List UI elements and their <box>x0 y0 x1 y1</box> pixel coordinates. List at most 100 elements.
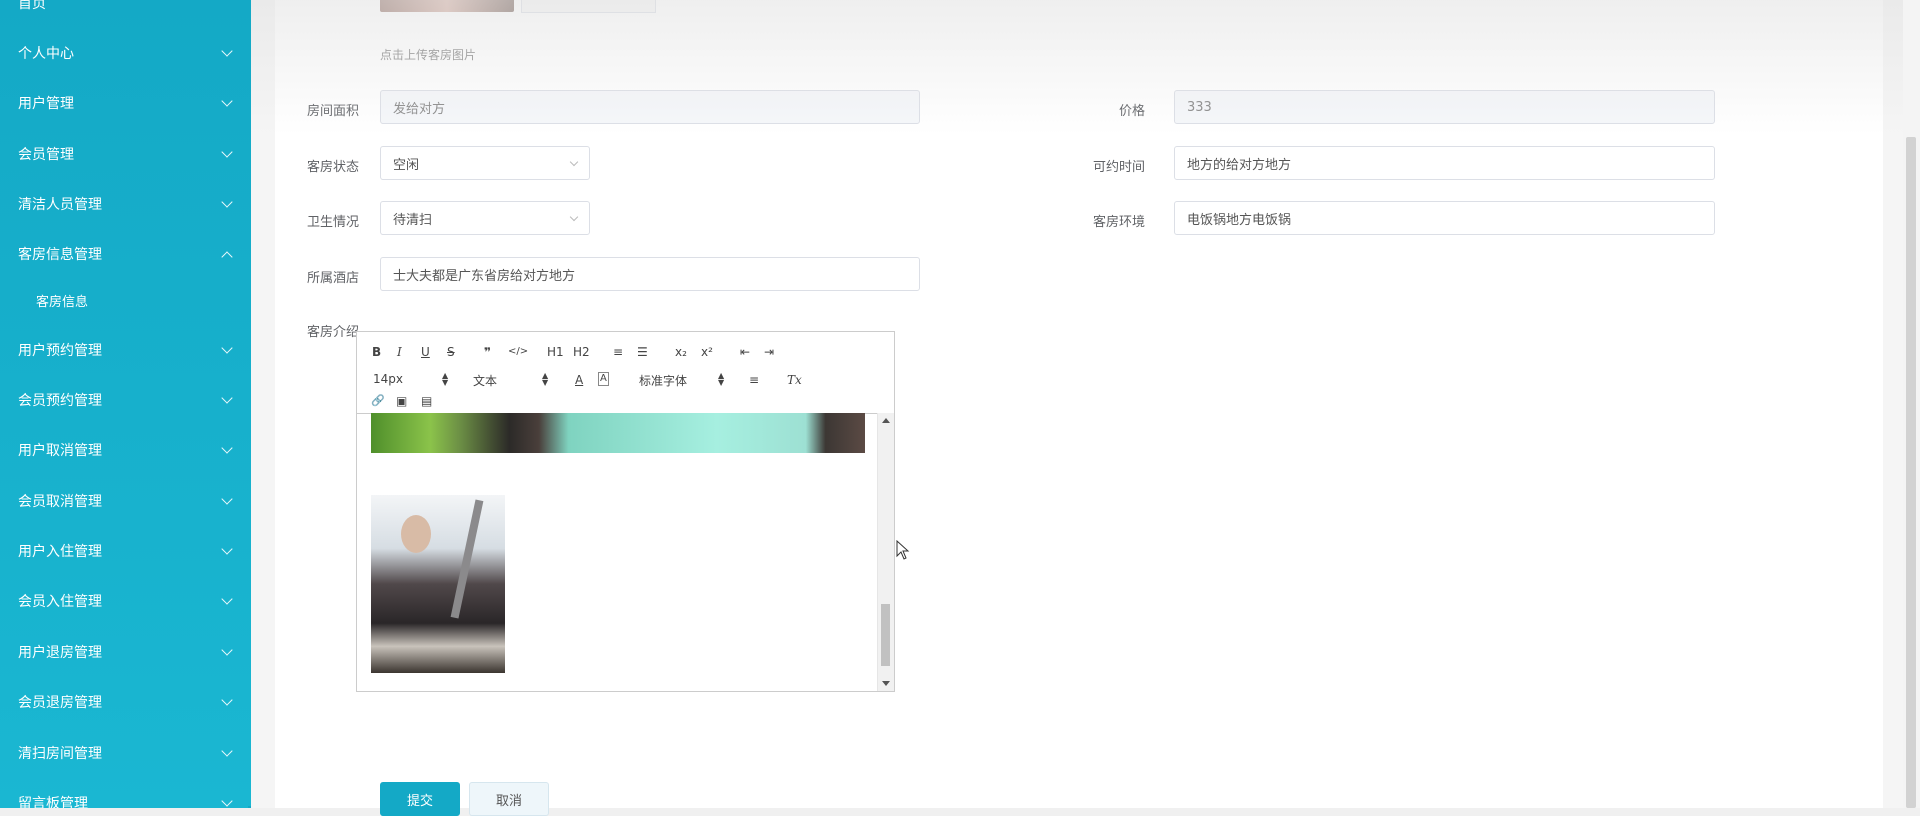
sidebar-item-user-cancel-management[interactable]: 用户取消管理 <box>0 425 251 475</box>
chevron-up-icon <box>221 251 233 263</box>
sidebar-item-home[interactable]: 首页 <box>0 0 251 28</box>
chevron-down-icon <box>221 795 233 807</box>
sidebar-item-label: 用户退房管理 <box>18 645 102 661</box>
clean-format-icon[interactable]: Tx <box>787 372 802 388</box>
sidebar: 首页 个人中心 用户管理 会员管理 清洁人员管理 客房信息管理 客房信息 用户预… <box>0 0 251 808</box>
scroll-down-icon[interactable] <box>882 681 890 686</box>
background-color-icon[interactable]: A <box>598 372 609 386</box>
sidebar-item-label: 会员管理 <box>18 147 74 163</box>
font-family-picker[interactable]: 标准字体 <box>639 372 687 389</box>
ordered-list-icon[interactable]: ≡ <box>613 344 623 360</box>
sidebar-item-label: 会员入住管理 <box>18 594 102 610</box>
chevron-down-icon <box>221 493 233 505</box>
chevron-down-icon <box>221 745 233 757</box>
underline-button[interactable]: U <box>421 344 430 360</box>
sidebar-item-user-management[interactable]: 用户管理 <box>0 78 251 128</box>
subscript-button[interactable]: x₂ <box>675 344 687 360</box>
available-time-input[interactable]: 地方的给对方地方 <box>1174 146 1715 180</box>
sidebar-item-member-checkin-management[interactable]: 会员入住管理 <box>0 576 251 626</box>
sidebar-item-member-booking-management[interactable]: 会员预约管理 <box>0 375 251 425</box>
rich-text-editor[interactable]: B I U S ❞ </> H1 H2 ≡ ☰ x₂ x² ⇤ ⇥ 14px ▲… <box>356 331 895 692</box>
chevron-down-icon <box>221 543 233 555</box>
italic-button[interactable]: I <box>397 344 402 360</box>
sidebar-item-room-info[interactable]: 客房信息 <box>0 275 251 325</box>
chevron-down-icon <box>221 146 233 158</box>
room-area-input[interactable]: 发给对方 <box>380 90 920 124</box>
environment-input[interactable]: 电饭锅地方电饭锅 <box>1174 201 1715 235</box>
sidebar-item-label: 清扫房间管理 <box>18 746 102 762</box>
sidebar-item-label: 客房信息 <box>36 294 89 310</box>
strike-button[interactable]: S <box>447 344 455 360</box>
sidebar-item-label: 会员退房管理 <box>18 695 102 711</box>
sidebar-item-label: 个人中心 <box>18 46 74 62</box>
chevron-down-icon <box>221 593 233 605</box>
align-icon[interactable]: ≡ <box>749 372 759 388</box>
image-icon[interactable]: ▣ <box>396 393 407 409</box>
div <box>401 515 431 553</box>
header-picker[interactable]: 文本 <box>473 372 497 389</box>
sidebar-item-label: 用户入住管理 <box>18 544 102 560</box>
hygiene-select[interactable]: 待清扫 <box>380 201 590 235</box>
scroll-thumb[interactable] <box>881 604 890 666</box>
sidebar-item-label: 客房信息管理 <box>18 247 102 263</box>
price-label: 价格 <box>1118 104 1145 119</box>
updown-icon: ▲ ▼ <box>542 371 549 387</box>
submit-button[interactable]: 提交 <box>380 782 460 816</box>
hotel-input[interactable]: 士大夫都是广东省房给对方地方 <box>380 257 920 291</box>
mouse-cursor-icon <box>896 540 910 560</box>
code-icon[interactable]: </> <box>508 344 528 360</box>
bold-button[interactable]: B <box>372 344 381 360</box>
chevron-down-icon <box>221 392 233 404</box>
sidebar-item-member-management[interactable]: 会员管理 <box>0 129 251 179</box>
bullet-list-icon[interactable]: ☰ <box>637 344 648 360</box>
superscript-button[interactable]: x² <box>701 344 713 360</box>
indent-icon[interactable]: ⇥ <box>764 344 774 360</box>
sidebar-item-label: 清洁人员管理 <box>18 197 102 213</box>
hotel-label: 所属酒店 <box>306 271 359 286</box>
sidebar-item-user-checkin-management[interactable]: 用户入住管理 <box>0 526 251 576</box>
room-status-select[interactable]: 空闲 <box>380 146 590 180</box>
sidebar-item-member-checkout-management[interactable]: 会员退房管理 <box>0 677 251 727</box>
sidebar-item-cleaning-management[interactable]: 清扫房间管理 <box>0 728 251 778</box>
font-color-icon[interactable]: A <box>575 372 583 388</box>
sidebar-item-member-cancel-management[interactable]: 会员取消管理 <box>0 476 251 526</box>
quote-icon[interactable]: ❞ <box>484 344 491 360</box>
sidebar-item-cleaner-management[interactable]: 清洁人员管理 <box>0 179 251 229</box>
sidebar-item-label: 用户预约管理 <box>18 343 102 359</box>
upload-box[interactable] <box>521 0 656 13</box>
page-scroll-thumb[interactable] <box>1906 137 1916 808</box>
chevron-down-icon <box>221 694 233 706</box>
intro-label: 客房介绍 <box>306 325 359 340</box>
sidebar-item-personal-center[interactable]: 个人中心 <box>0 28 251 78</box>
font-size-picker[interactable]: 14px <box>373 372 403 386</box>
content-image-1 <box>371 413 865 453</box>
updown-icon: ▲ ▼ <box>718 371 725 387</box>
sidebar-item-label: 用户取消管理 <box>18 443 102 459</box>
cancel-button[interactable]: 取消 <box>469 782 549 816</box>
outdent-icon[interactable]: ⇤ <box>740 344 750 360</box>
uploaded-room-image[interactable] <box>380 0 514 12</box>
sidebar-item-user-booking-management[interactable]: 用户预约管理 <box>0 325 251 375</box>
price-input[interactable]: 333 <box>1174 90 1715 124</box>
chevron-down-icon <box>221 45 233 57</box>
chevron-down-icon <box>221 644 233 656</box>
hygiene-value: 待清扫 <box>393 212 433 228</box>
sidebar-item-label: 会员预约管理 <box>18 393 102 409</box>
video-icon[interactable]: ▤ <box>421 393 432 409</box>
div <box>450 499 484 619</box>
sidebar-item-message-board-management[interactable]: 留言板管理 <box>0 778 251 808</box>
editor-scrollbar[interactable] <box>877 413 894 691</box>
scroll-up-icon[interactable] <box>882 418 890 423</box>
header-1-button[interactable]: H1 <box>547 344 564 360</box>
sidebar-item-user-checkout-management[interactable]: 用户退房管理 <box>0 627 251 677</box>
editor-content[interactable] <box>357 413 877 691</box>
header-2-button[interactable]: H2 <box>573 344 590 360</box>
chevron-down-icon <box>221 442 233 454</box>
sidebar-item-label: 留言板管理 <box>18 796 88 808</box>
sidebar-item-label: 会员取消管理 <box>18 494 102 510</box>
page-scrollbar[interactable] <box>1903 0 1920 808</box>
chevron-down-icon <box>221 342 233 354</box>
chevron-down-icon <box>569 212 579 222</box>
sidebar-item-room-info-management[interactable]: 客房信息管理 <box>0 229 251 279</box>
link-icon[interactable]: 🔗 <box>371 393 385 409</box>
